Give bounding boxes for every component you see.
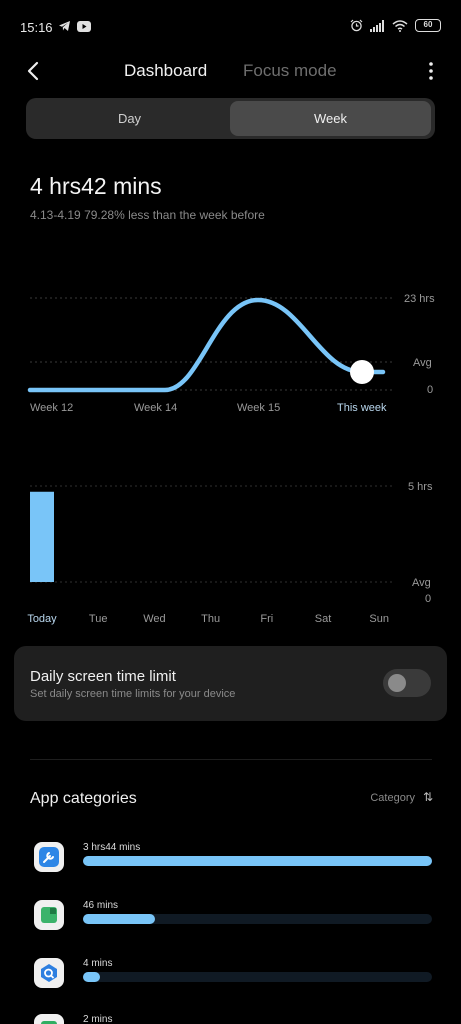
tab-focus-mode[interactable]: Focus mode [243, 61, 337, 81]
top-nav: Dashboard Focus mode [0, 55, 461, 87]
telegram-icon [59, 21, 70, 31]
category-row[interactable]: 2 mins [0, 1014, 461, 1024]
tab-dashboard[interactable]: Dashboard [124, 61, 207, 81]
day-label-tue: Tue [89, 613, 108, 625]
alarm-icon [350, 19, 363, 32]
y-label-avg: Avg [413, 357, 432, 369]
category-time: 3 hrs44 mins [83, 842, 141, 853]
summary-subtitle: 4.13-4.19 79.28% less than the week befo… [30, 208, 265, 222]
screen-time-limit-card[interactable]: Daily screen time limit Set daily screen… [14, 646, 447, 721]
more-options-icon[interactable] [423, 59, 439, 83]
divider [30, 759, 432, 760]
y-label-zero: 0 [427, 384, 433, 396]
category-time: 46 mins [83, 900, 119, 911]
category-time: 2 mins [83, 1014, 113, 1024]
day-label-sat: Sat [315, 613, 332, 625]
toggle-knob [388, 674, 406, 692]
usage-bar [83, 972, 101, 982]
total-screen-time: 4 hrs42 mins [30, 173, 162, 199]
date-range: 4.13-4.19 [30, 208, 81, 222]
category-row[interactable]: 46 mins [0, 900, 461, 940]
x-label-week12: Week 12 [30, 402, 73, 414]
day-label-thu: Thu [201, 613, 220, 625]
bar-y-label-max: 5 hrs [408, 481, 433, 493]
weekly-line-chart: 23 hrs Avg 0 Week 12 Week 14 Week 15 Thi… [27, 293, 435, 414]
x-label-this-week: This week [337, 402, 387, 414]
green-app-icon [34, 900, 64, 930]
current-week-marker[interactable] [350, 360, 374, 384]
x-label-week14: Week 14 [134, 402, 177, 414]
sort-icon[interactable]: ⇅ [423, 790, 433, 804]
period-day-button[interactable]: Day [29, 101, 230, 136]
day-label-today: Today [27, 613, 57, 625]
day-label-wed: Wed [143, 613, 165, 625]
usage-track [83, 972, 432, 982]
blue-app-icon [34, 958, 64, 988]
status-time: 15:16 [20, 20, 53, 35]
sort-label[interactable]: Category [370, 792, 415, 804]
category-time: 4 mins [83, 958, 113, 969]
day-label-sun: Sun [369, 613, 389, 625]
weekly-trend-line [27, 297, 386, 393]
comparison-text: 79.28% less than the week before [84, 208, 265, 222]
limit-title: Daily screen time limit [30, 668, 176, 685]
wrench-icon [34, 842, 64, 872]
day-bar-today[interactable] [30, 491, 54, 582]
signal-icon [370, 19, 384, 32]
usage-track [83, 914, 432, 924]
status-bar: 15:16 60 [0, 0, 461, 56]
usage-bar [83, 856, 432, 866]
limit-subtitle: Set daily screen time limits for your de… [30, 688, 236, 700]
bar-y-label-zero: 0 [425, 593, 431, 605]
period-toggle: Day Week [26, 98, 435, 139]
bar-y-label-avg: Avg [412, 577, 431, 589]
daily-bar-chart: 5 hrs Avg 0 Today Tue Wed Thu Fri Sat Sun [27, 481, 433, 625]
limit-toggle[interactable] [383, 669, 431, 697]
youtube-icon [77, 20, 91, 32]
back-button[interactable] [20, 57, 48, 85]
usage-bar [83, 914, 155, 924]
battery-icon: 60 [415, 19, 441, 32]
period-week-button[interactable]: Week [230, 101, 431, 136]
app-categories-title: App categories [30, 790, 137, 807]
day-label-fri: Fri [260, 613, 273, 625]
category-row[interactable]: 4 mins [0, 958, 461, 998]
x-label-week15: Week 15 [237, 402, 280, 414]
y-label-max: 23 hrs [404, 293, 435, 305]
green-app-icon-2 [34, 1014, 64, 1024]
wifi-icon [392, 19, 408, 32]
usage-track [83, 856, 432, 866]
category-row[interactable]: 3 hrs44 mins [0, 842, 461, 882]
